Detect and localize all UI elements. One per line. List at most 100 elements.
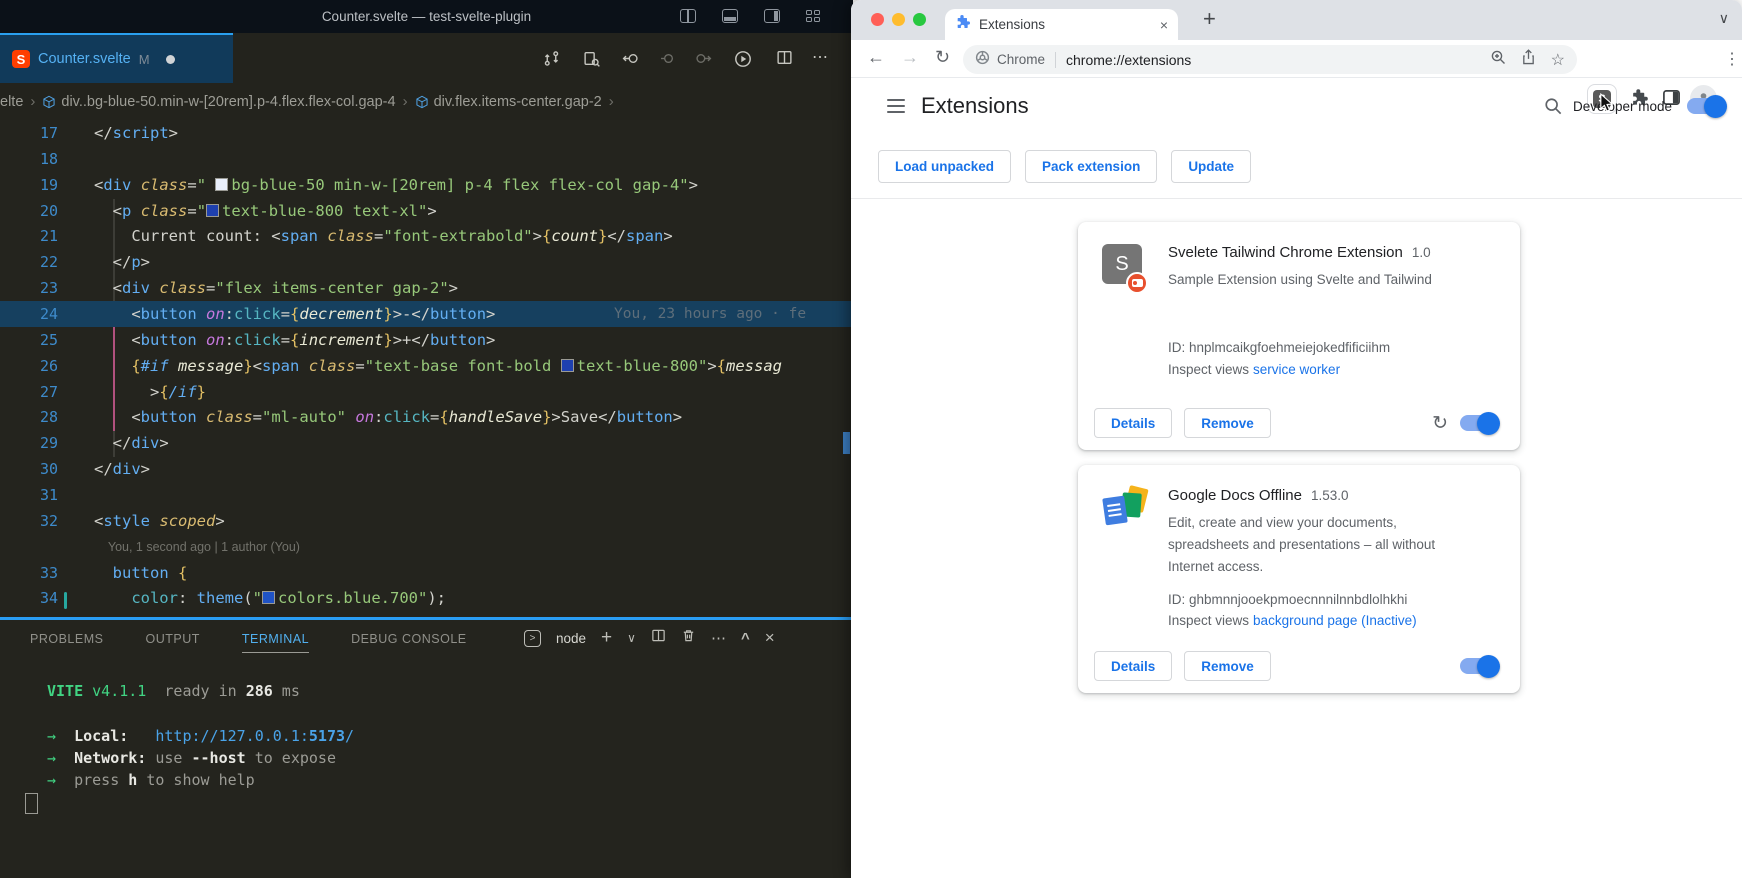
vscode-titlebar[interactable]: Counter.svelte — test-svelte-plugin (0, 0, 853, 33)
chrome-logo-icon (975, 50, 990, 70)
close-tab-icon[interactable]: × (1160, 17, 1168, 33)
panel-more-actions-icon[interactable]: ⋯ (711, 629, 726, 647)
pack-extension-button[interactable]: Pack extension (1025, 150, 1157, 183)
code-row[interactable]: 25<button on:click={increment}>+</button… (0, 327, 853, 353)
terminal-dropdown-icon[interactable]: ∨ (627, 631, 636, 645)
code-row[interactable]: 31 (0, 482, 853, 508)
code-row[interactable]: 18 (0, 146, 853, 172)
bookmark-star-icon[interactable]: ☆ (1551, 50, 1565, 70)
code-row[interactable]: 26{#if message}<span class="text-base fo… (0, 353, 853, 379)
code-row[interactable]: 23<div class="flex items-center gap-2"> (0, 275, 853, 301)
new-tab-button[interactable]: + (1203, 6, 1216, 32)
navigate-forward-icon[interactable] (694, 50, 712, 67)
reload-button[interactable]: ↻ (935, 47, 950, 68)
load-unpacked-button[interactable]: Load unpacked (878, 150, 1011, 183)
share-icon[interactable] (1521, 49, 1536, 70)
run-debug-icon[interactable] (734, 50, 752, 68)
breadcrumb-item[interactable]: div..bg-blue-50.min-w-[20rem].p-4.flex.f… (61, 94, 395, 110)
toggle-panel-icon[interactable] (722, 9, 738, 23)
kill-terminal-icon[interactable] (681, 628, 696, 648)
panel-tab-terminal[interactable]: TERMINAL (242, 624, 309, 653)
code-editor[interactable]: 17</script>1819<div class=" bg-blue-50 m… (0, 120, 853, 617)
update-button[interactable]: Update (1171, 150, 1251, 183)
unpacked-badge-icon (1126, 272, 1148, 294)
split-terminal-icon[interactable] (651, 628, 666, 648)
extension-description: Sample Extension using Svelte and Tailwi… (1168, 269, 1470, 291)
inspect-views: Inspect viewsbackground page (Inactive) (1168, 613, 1417, 628)
tab-search-icon[interactable]: ∨ (1719, 10, 1729, 27)
remove-button[interactable]: Remove (1184, 408, 1271, 438)
close-window-button[interactable] (871, 13, 884, 26)
git-compare-icon[interactable] (543, 50, 560, 67)
code-row[interactable]: 19<div class=" bg-blue-50 min-w-[20rem] … (0, 172, 853, 198)
panel-tab-debug-console[interactable]: DEBUG CONSOLE (351, 624, 467, 652)
tab-counter-svelte[interactable]: S Counter.svelte M (0, 33, 233, 83)
blame-annotation-row[interactable]: You, 1 second ago | 1 author (You) (0, 534, 853, 560)
color-swatch (215, 178, 228, 191)
terminal-cursor (25, 793, 38, 814)
code-row[interactable]: 32<style scoped> (0, 508, 853, 534)
background-page-link[interactable]: background page (Inactive) (1253, 613, 1417, 628)
back-button[interactable]: ← (867, 47, 885, 68)
extension-version: 1.0 (1412, 245, 1431, 260)
toggle-secondary-sidebar-icon[interactable] (764, 9, 780, 23)
remove-button[interactable]: Remove (1184, 651, 1271, 681)
extension-enabled-toggle[interactable] (1460, 415, 1498, 431)
dev-toolbar: Load unpacked Pack extension Update (878, 150, 1251, 183)
checkpoint-icon[interactable] (660, 50, 677, 67)
breadcrumb-item[interactable]: elte (0, 94, 23, 110)
breadcrumb[interactable]: elte › div..bg-blue-50.min-w-[20rem].p-4… (0, 83, 853, 120)
code-row[interactable]: 33button { (0, 560, 853, 586)
browser-tab-extensions[interactable]: Extensions × (945, 9, 1178, 40)
navigate-back-icon[interactable] (622, 50, 640, 67)
maximize-window-button[interactable] (913, 13, 926, 26)
reload-extension-icon[interactable]: ↻ (1432, 412, 1448, 435)
hamburger-menu-icon[interactable] (887, 99, 905, 113)
code-row[interactable]: 17</script> (0, 120, 853, 146)
breadcrumb-item[interactable]: div.flex.items-center.gap-2 (434, 94, 602, 110)
extension-name: Svelete Tailwind Chrome Extension1.0 (1168, 244, 1431, 261)
split-editor-icon[interactable] (776, 49, 793, 66)
breadcrumb-separator: › (403, 93, 408, 110)
code-row[interactable]: 30</div> (0, 456, 853, 482)
search-icon[interactable] (1544, 97, 1562, 120)
developer-mode-toggle[interactable] (1687, 98, 1725, 114)
color-swatch (561, 359, 574, 372)
scrollbar-decoration[interactable] (843, 432, 850, 454)
forward-button[interactable]: → (901, 47, 919, 68)
close-panel-icon[interactable]: × (765, 628, 775, 648)
url-text[interactable]: chrome://extensions (1066, 52, 1191, 68)
customize-layout-icon[interactable] (806, 9, 822, 23)
browser-menu-icon[interactable]: ⋮ (1724, 49, 1740, 69)
maximize-panel-icon[interactable]: ^ (741, 630, 750, 647)
extension-icon-google-docs (1102, 487, 1148, 533)
symbol-cube-icon (415, 95, 429, 109)
service-worker-link[interactable]: service worker (1253, 362, 1340, 377)
unsaved-dot-icon[interactable] (166, 55, 175, 64)
panel-tab-output[interactable]: OUTPUT (145, 624, 199, 652)
code-row[interactable]: 22</p> (0, 249, 853, 275)
code-row[interactable]: 27>{/if} (0, 379, 853, 405)
minimize-window-button[interactable] (892, 13, 905, 26)
symbol-cube-icon (42, 95, 56, 109)
toggle-sidebar-icon[interactable] (680, 9, 696, 23)
terminal-output[interactable]: VITE v4.1.1 ready in 286 ms→ Local: http… (0, 656, 853, 878)
details-button[interactable]: Details (1094, 651, 1172, 681)
search-engine-chip: Chrome (997, 52, 1045, 67)
code-row[interactable]: 21Current count: <span class="font-extra… (0, 223, 853, 249)
code-row[interactable]: 20<p class="text-blue-800 text-xl"> (0, 198, 853, 224)
terminal-shell-label[interactable]: node (556, 631, 586, 646)
more-actions-icon[interactable]: ⋯ (812, 47, 828, 67)
breadcrumb-separator: › (30, 93, 35, 110)
code-row[interactable]: 34color: theme("colors.blue.700"); (0, 585, 853, 611)
extension-enabled-toggle[interactable] (1460, 658, 1498, 674)
zoom-icon[interactable] (1490, 49, 1506, 70)
details-button[interactable]: Details (1094, 408, 1172, 438)
open-preview-icon[interactable] (583, 50, 600, 67)
new-terminal-icon[interactable]: + (601, 627, 612, 649)
code-row[interactable]: 24<button on:click={decrement}>-</button… (0, 301, 853, 327)
code-row[interactable]: 28<button class="ml-auto" on:click={hand… (0, 404, 853, 430)
panel-tab-problems[interactable]: PROBLEMS (30, 624, 103, 652)
address-bar[interactable]: Chrome chrome://extensions ☆ (963, 45, 1577, 74)
code-row[interactable]: 29</div> (0, 430, 853, 456)
